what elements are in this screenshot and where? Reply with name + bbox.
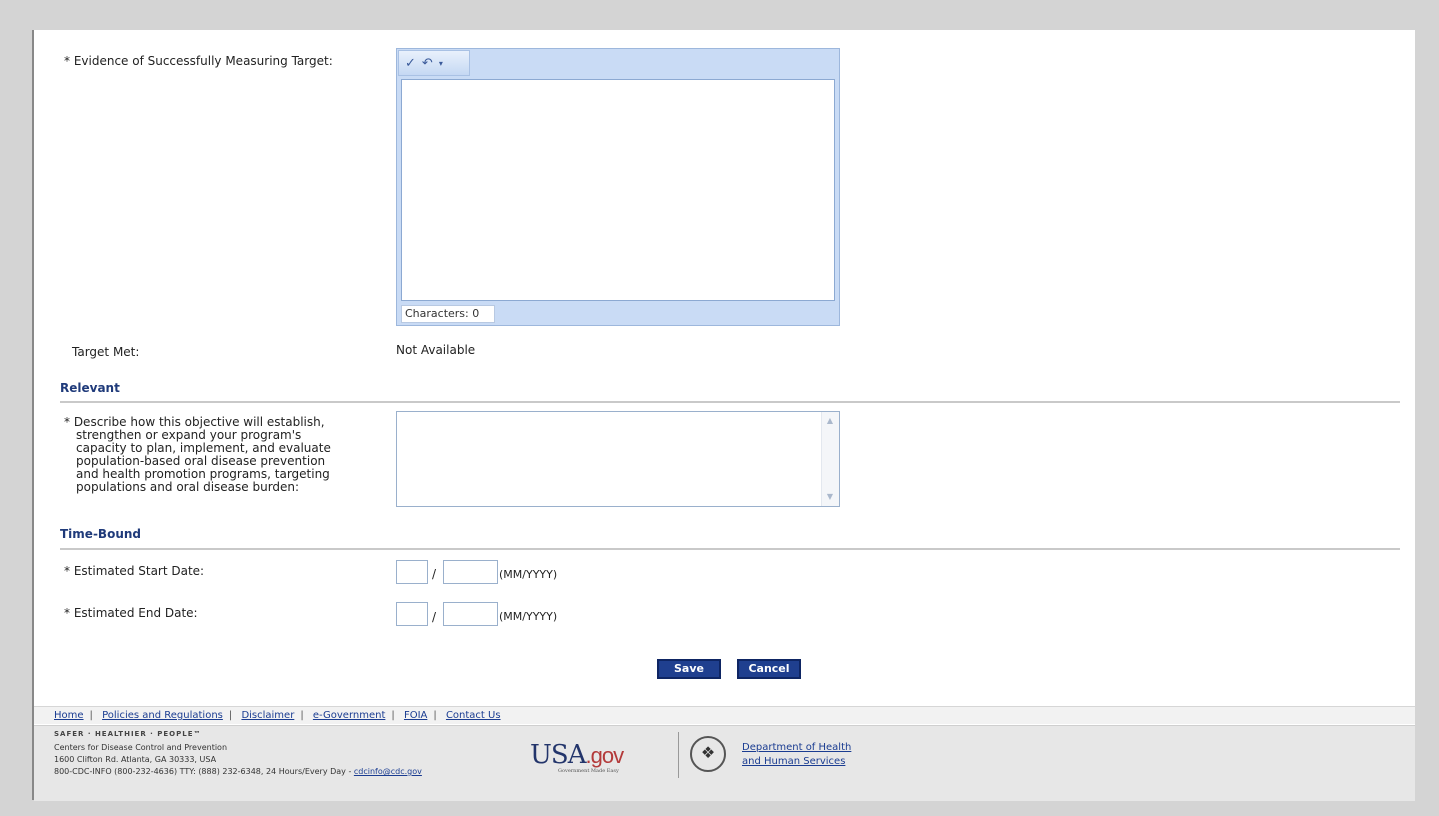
footer-divider: [678, 732, 679, 778]
evidence-label: * Evidence of Successfully Measuring Tar…: [64, 54, 333, 68]
hhs-eagle-icon[interactable]: ❖: [690, 736, 726, 772]
footer-contact: 800-CDC-INFO (800-232-4636) TTY: (888) 2…: [54, 767, 422, 776]
date-format-hint: (MM/YYYY): [499, 568, 558, 581]
end-date-label: * Estimated End Date:: [64, 606, 198, 620]
usa-gov-logo[interactable]: USA.gov Government Made Easy: [530, 740, 624, 774]
target-met-value: Not Available: [396, 343, 476, 357]
start-month-input[interactable]: [396, 560, 428, 584]
scroll-up-icon[interactable]: ▲: [823, 414, 837, 428]
footer-link-disclaimer[interactable]: Disclaimer: [241, 710, 294, 721]
footer-info: SAFER · HEALTHIER · PEOPLE™ Centers for …: [34, 725, 1415, 801]
timebound-heading: Time-Bound: [60, 527, 141, 541]
character-count: Characters: 0: [401, 305, 495, 323]
footer-address: 1600 Clifton Rd. Atlanta, GA 30333, USA: [54, 755, 217, 764]
evidence-text-area[interactable]: [401, 79, 835, 301]
form-page: * Evidence of Successfully Measuring Tar…: [32, 30, 1415, 801]
start-year-input[interactable]: [443, 560, 498, 584]
footer-nav: Home | Policies and Regulations | Disclaim…: [34, 706, 1415, 724]
describe-textarea[interactable]: ▲ ▼: [396, 411, 840, 507]
editor-toolbar: ✓ ↶ ▾: [398, 50, 470, 76]
target-met-label: Target Met:: [72, 345, 140, 359]
start-date-label: * Estimated Start Date:: [64, 564, 205, 578]
footer-email-link[interactable]: cdcinfo@cdc.gov: [354, 767, 422, 776]
date-slash: /: [432, 567, 437, 581]
date-format-hint: (MM/YYYY): [499, 610, 558, 623]
scroll-down-icon[interactable]: ▼: [823, 490, 837, 504]
save-button[interactable]: Save: [657, 659, 721, 679]
footer-tagline: SAFER · HEALTHIER · PEOPLE™: [54, 730, 202, 738]
textarea-scrollbar[interactable]: ▲ ▼: [821, 412, 839, 506]
describe-label: * Describe how this objective will estab…: [64, 415, 331, 494]
evidence-rich-text-editor: ✓ ↶ ▾ Characters: 0: [396, 48, 840, 326]
end-year-input[interactable]: [443, 602, 498, 626]
relevant-heading: Relevant: [60, 381, 120, 395]
date-slash: /: [432, 610, 437, 624]
section-divider: [60, 401, 1400, 403]
undo-icon[interactable]: ↶: [422, 56, 433, 71]
footer-link-contact[interactable]: Contact Us: [446, 710, 501, 721]
hhs-link[interactable]: Department of Health and Human Services: [742, 741, 851, 769]
footer-link-foia[interactable]: FOIA: [404, 710, 427, 721]
chevron-down-icon[interactable]: ▾: [439, 59, 443, 68]
spellcheck-icon[interactable]: ✓: [405, 56, 416, 71]
footer-link-egovernment[interactable]: e-Government: [313, 710, 386, 721]
section-divider: [60, 548, 1400, 550]
footer-link-home[interactable]: Home: [54, 710, 84, 721]
cancel-button[interactable]: Cancel: [737, 659, 801, 679]
footer-org: Centers for Disease Control and Preventi…: [54, 743, 228, 752]
footer-link-policies[interactable]: Policies and Regulations: [102, 710, 223, 721]
end-month-input[interactable]: [396, 602, 428, 626]
